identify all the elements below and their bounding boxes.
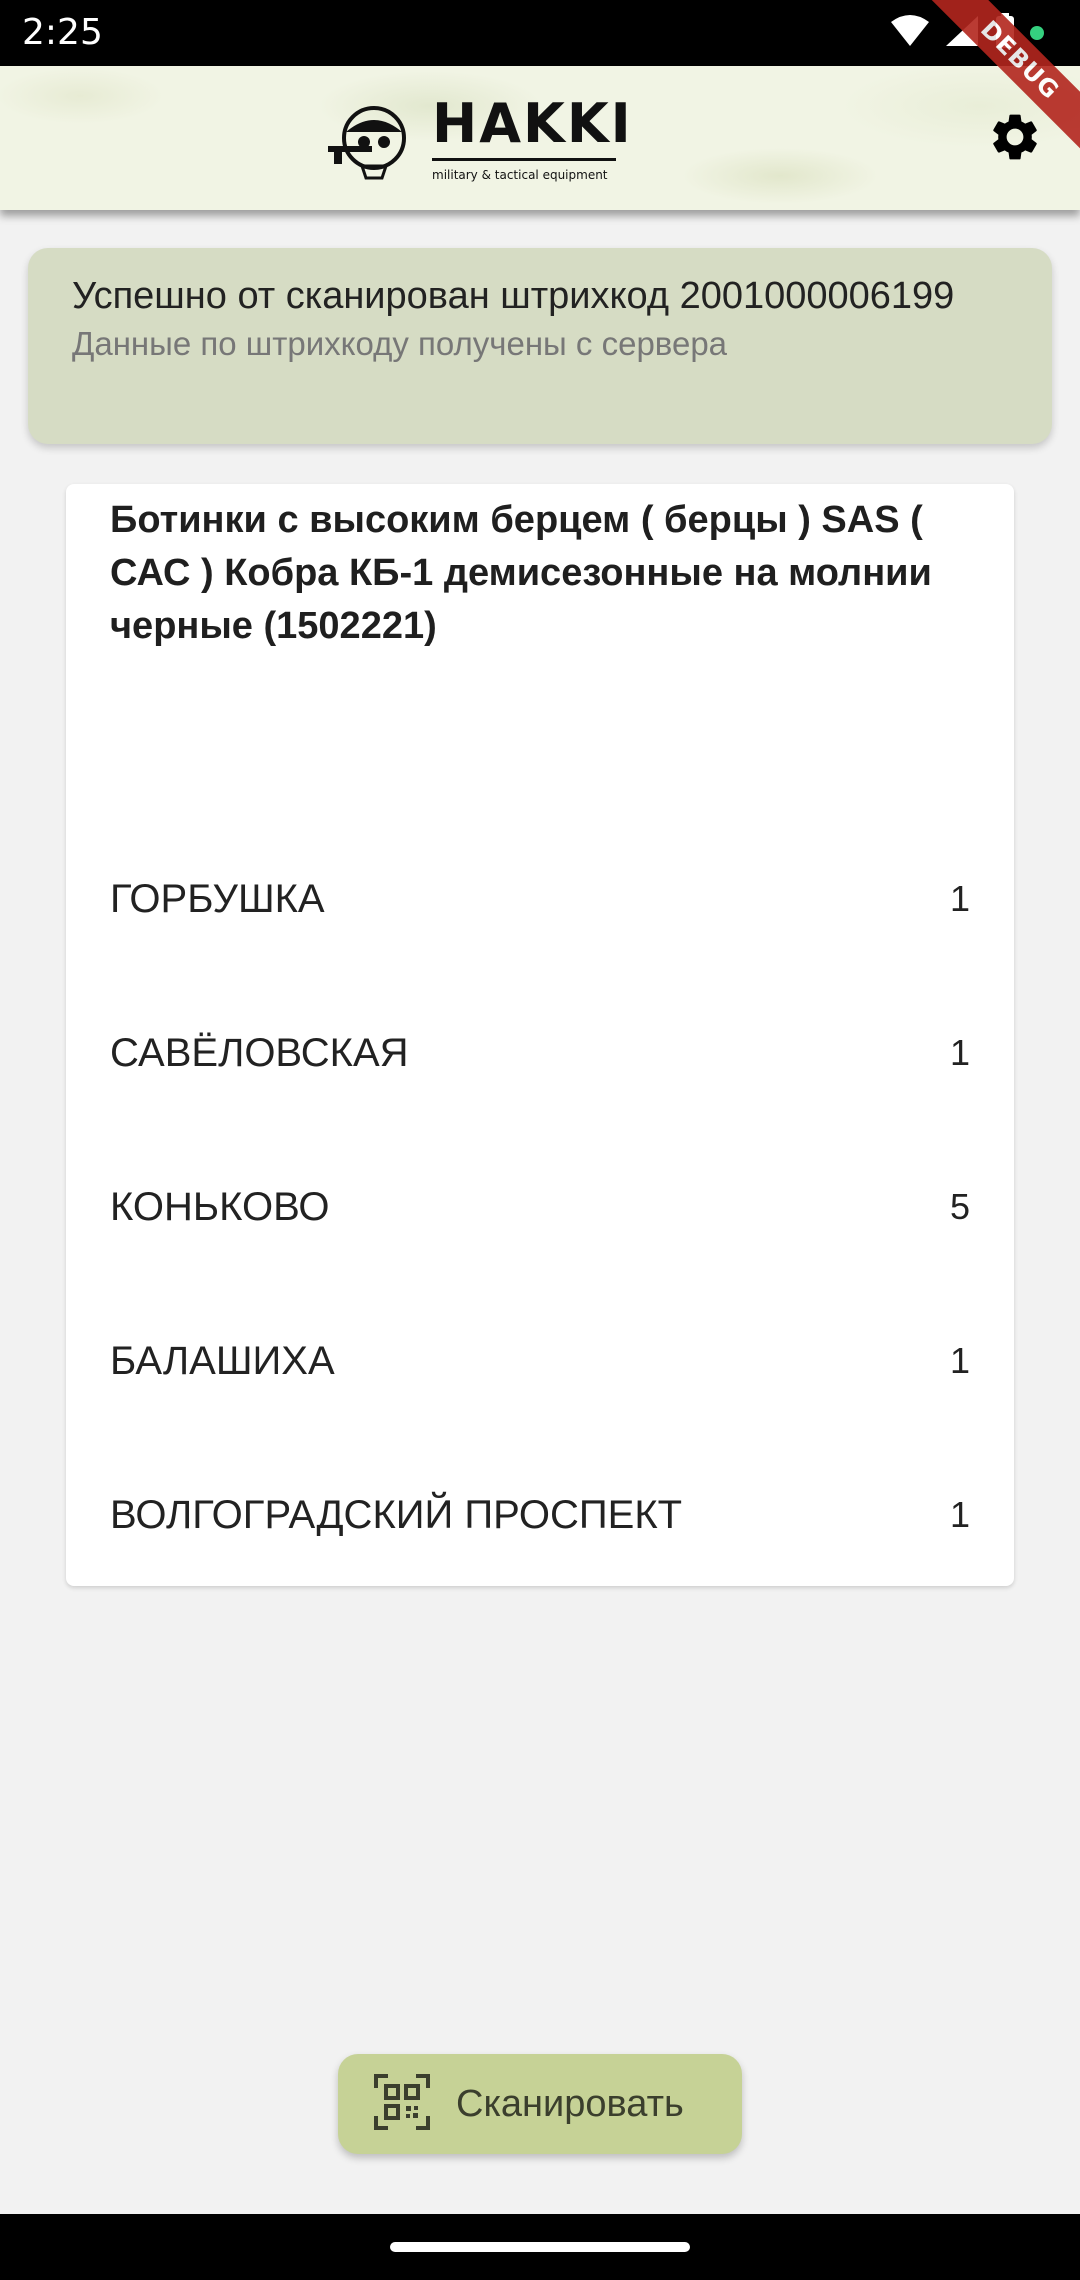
home-indicator[interactable] [390,2242,690,2252]
store-name: ГОРБУШКА [110,876,325,921]
scan-status-card: Успешно от сканирован штрихкод 200100000… [28,248,1052,444]
store-stock-list: ГОРБУШКА 1 САВЁЛОВСКАЯ 1 КОНЬКОВО 5 БАЛА… [66,822,1014,1592]
store-row-savelovskaya[interactable]: САВЁЛОВСКАЯ 1 [66,976,1014,1130]
store-qty: 1 [949,1340,970,1381]
store-row-konkovo[interactable]: КОНЬКОВО 5 [66,1130,1014,1284]
logo-title: HAKKI [432,92,633,155]
skull-logo-icon [328,102,412,182]
scan-status-title: Успешно от сканирован штрихкод 200100000… [72,275,955,317]
scan-button-label: Сканировать [456,2082,684,2125]
logo-subtitle: military & tactical equipment [432,168,608,182]
product-card: Ботинки с высоким берцем ( берцы ) SAS (… [66,484,1014,1586]
status-time: 2:25 [22,12,103,53]
gear-icon [987,109,1043,169]
scan-status-subtitle: Данные по штрихкоду получены с сервера [72,325,728,362]
store-qty: 1 [949,1032,970,1073]
app-logo: HAKKI military & tactical equipment [328,92,631,188]
store-name: ВОЛГОГРАДСКИЙ ПРОСПЕКТ [110,1492,683,1537]
wifi-icon [890,14,930,52]
scan-button[interactable]: Сканировать [338,2054,742,2154]
store-row-volgogradsky[interactable]: ВОЛГОГРАДСКИЙ ПРОСПЕКТ 1 [66,1438,1014,1592]
navigation-bar [0,2214,1080,2280]
store-name: КОНЬКОВО [110,1184,330,1229]
notification-dot-icon [1030,26,1044,40]
product-name: Ботинки с высоким берцем ( берцы ) SAS (… [110,499,932,647]
store-qty: 1 [949,1494,970,1535]
logo-divider [432,158,616,161]
status-bar: 2:25 [0,0,1080,66]
qr-scan-icon [374,2074,430,2134]
store-row-gorbushka[interactable]: ГОРБУШКА 1 [66,822,1014,976]
store-name: БАЛАШИХА [110,1338,335,1383]
app-bar: HAKKI military & tactical equipment [0,66,1080,210]
store-qty: 1 [949,878,970,919]
settings-button[interactable] [986,110,1044,168]
store-row-balashikha[interactable]: БАЛАШИХА 1 [66,1284,1014,1438]
store-qty: 5 [949,1186,970,1227]
store-name: САВЁЛОВСКАЯ [110,1030,409,1075]
